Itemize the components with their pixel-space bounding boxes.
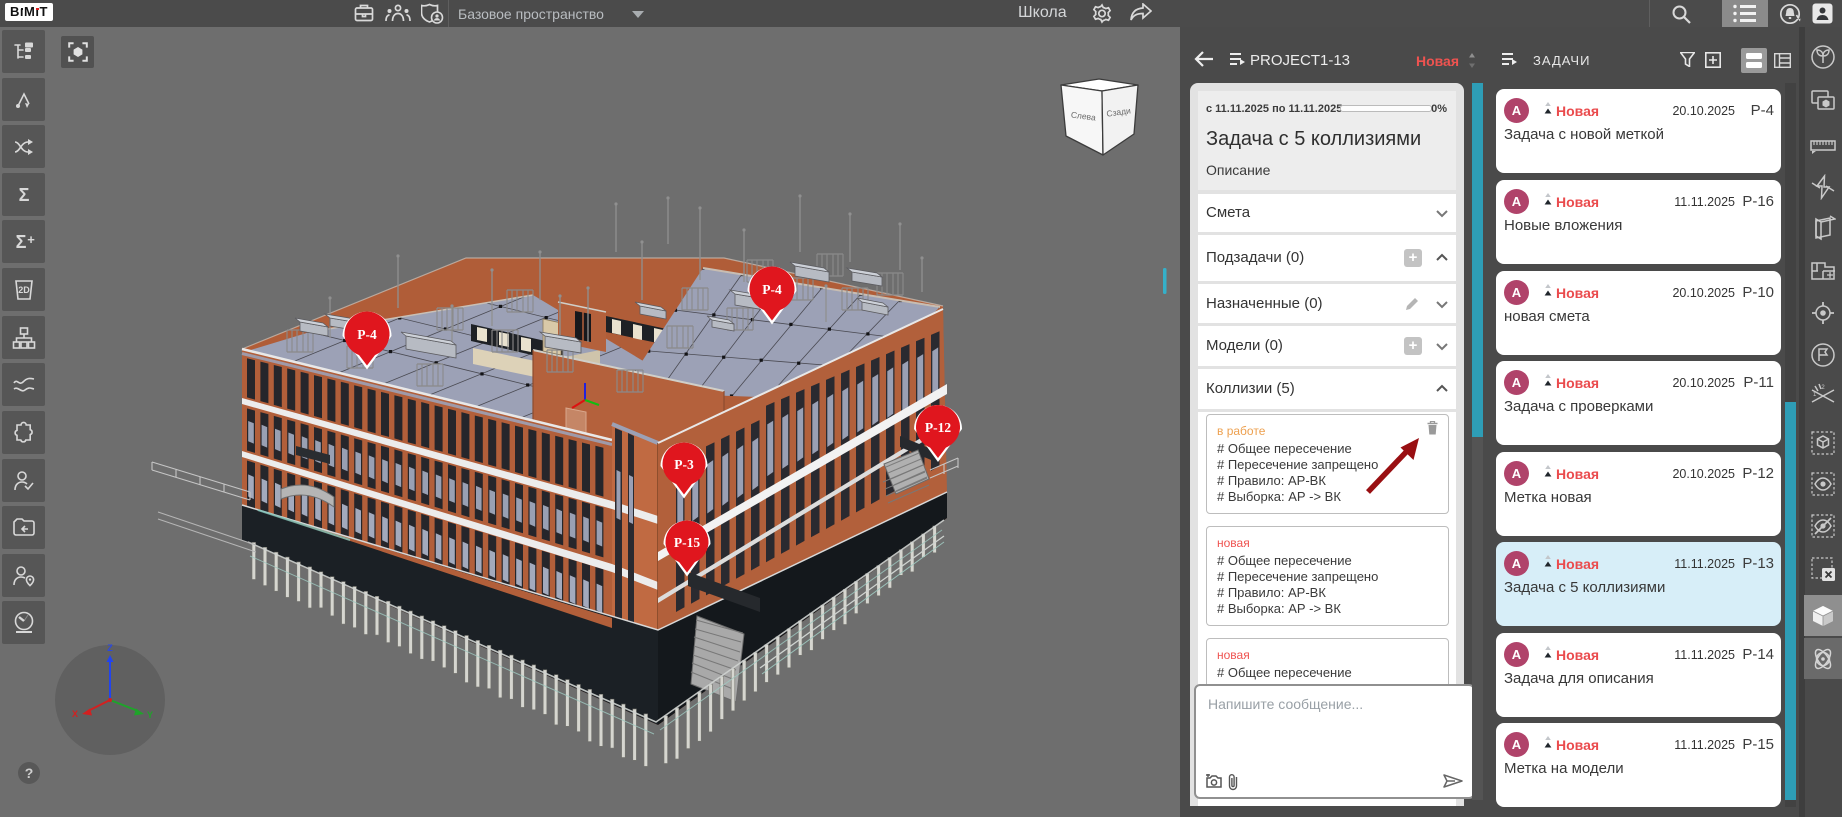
- svg-text:+: +: [27, 232, 35, 247]
- svg-text:X: X: [72, 709, 78, 719]
- svg-text:Z: Z: [107, 643, 113, 653]
- svg-text:P-4: P-4: [762, 282, 782, 297]
- svg-text:P-3: P-3: [674, 457, 694, 472]
- svg-text:2D: 2D: [18, 285, 30, 295]
- svg-text:Σ: Σ: [15, 232, 26, 252]
- svg-text:Σ: Σ: [18, 185, 29, 205]
- svg-text:P-12: P-12: [925, 420, 951, 435]
- svg-text:2: 2: [1821, 385, 1825, 391]
- svg-text:P-15: P-15: [674, 535, 700, 550]
- svg-text:P-4: P-4: [357, 327, 377, 342]
- svg-text:Y: Y: [147, 710, 153, 720]
